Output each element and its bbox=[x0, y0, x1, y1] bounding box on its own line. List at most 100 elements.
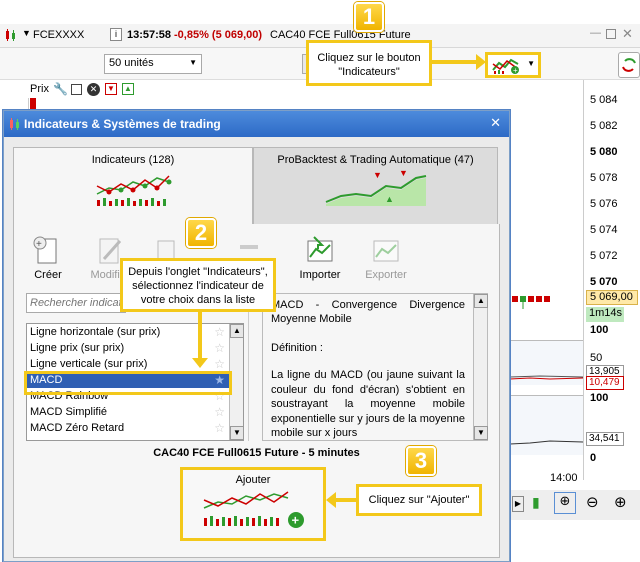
indicator-value: 10,479 bbox=[586, 376, 624, 390]
play-icon[interactable]: ▶ bbox=[512, 496, 524, 512]
close-icon[interactable]: ✕ bbox=[622, 26, 633, 42]
indicator-axis-tick: 50 bbox=[590, 352, 603, 364]
importer-button[interactable]: Importer bbox=[294, 235, 346, 281]
indicators-button[interactable]: + ▼ bbox=[485, 52, 541, 78]
ajouter-button[interactable]: Ajouter + bbox=[180, 467, 326, 541]
arrow-head-left-icon bbox=[326, 492, 336, 508]
list-item[interactable]: MACD Zéro Retard ☆ bbox=[27, 420, 243, 436]
arrow-head-down-icon bbox=[192, 358, 208, 368]
tab-probacktest-label: ProBacktest & Trading Automatique (47) bbox=[277, 154, 474, 166]
creer-button[interactable]: + Créer bbox=[22, 235, 74, 281]
splitter[interactable] bbox=[248, 293, 254, 441]
list-item-label: Ligne horizontale (sur prix) bbox=[30, 326, 161, 338]
exporter-button[interactable]: Exporter bbox=[360, 235, 412, 281]
candle-tool-icon[interactable]: ▮ bbox=[532, 494, 540, 511]
tab-probacktest[interactable]: ProBacktest & Trading Automatique (47) ▼… bbox=[253, 147, 498, 225]
current-price-badge: 5 069,00 bbox=[586, 290, 638, 305]
list-item[interactable]: MACD Simplifié ☆ bbox=[27, 404, 243, 420]
minimize-icon[interactable]: — bbox=[590, 27, 601, 39]
window-icon[interactable] bbox=[71, 84, 82, 95]
indicators-icon: + bbox=[492, 58, 519, 75]
star-icon[interactable]: ☆ bbox=[214, 356, 225, 372]
callout-2: Depuis l'onglet "Indicateurs", sélection… bbox=[120, 258, 276, 312]
description-scrollbar[interactable]: ▲ ▼ bbox=[473, 294, 488, 440]
maximize-icon[interactable] bbox=[606, 29, 616, 39]
change-label: -0,85% (5 069,00) bbox=[174, 29, 263, 41]
callout-arrow bbox=[334, 498, 356, 502]
arrow-head-right-icon bbox=[476, 54, 486, 70]
time-label: 13:57:58 bbox=[127, 29, 172, 41]
arrow-down-icon[interactable]: ▼ bbox=[105, 83, 117, 95]
description-definition: Définition : bbox=[271, 342, 323, 354]
description-panel: MACD - Convergence Divergence Moyenne Mo… bbox=[262, 293, 488, 441]
price-tick: 5 082 bbox=[590, 120, 618, 132]
scroll-down-icon[interactable]: ▼ bbox=[230, 426, 244, 440]
callout-arrow bbox=[432, 60, 478, 64]
price-tick: 5 084 bbox=[590, 94, 618, 106]
arrow-up-icon[interactable]: ▲ bbox=[122, 83, 134, 95]
time-axis-label: 14:00 bbox=[550, 472, 578, 484]
exporter-label: Exporter bbox=[365, 269, 407, 281]
price-tick: 5 070 bbox=[590, 276, 618, 288]
candles-background bbox=[512, 296, 552, 309]
description-title: MACD - Convergence Divergence Moyenne Mo… bbox=[271, 299, 465, 325]
ajouter-label: Ajouter bbox=[235, 474, 271, 486]
indicator-axis-tick: 100 bbox=[590, 324, 609, 336]
svg-text:+: + bbox=[513, 66, 518, 75]
add-indicator-icon: + bbox=[203, 491, 304, 528]
dropdown-arrow-icon[interactable]: ▼ bbox=[22, 28, 31, 38]
price-tick: 5 080 bbox=[590, 146, 618, 158]
list-item[interactable]: Ligne verticale (sur prix) ☆ bbox=[27, 356, 243, 372]
star-icon[interactable]: ☆ bbox=[214, 340, 225, 356]
svg-text:▲: ▲ bbox=[385, 194, 394, 204]
star-icon[interactable]: ☆ bbox=[214, 420, 225, 436]
price-axis: 5 084 5 082 5 080 5 078 5 076 5 074 5 07… bbox=[583, 80, 640, 480]
probacktest-chart-icon: ▼ ▼ ▲ bbox=[325, 168, 426, 206]
dialog-titlebar: Indicateurs & Systèmes de trading ✕ bbox=[4, 111, 509, 137]
search-input[interactable] bbox=[26, 293, 126, 313]
list-item-label: MACD Zéro Retard bbox=[30, 422, 125, 434]
step-badge-2: 2 bbox=[186, 218, 216, 248]
list-item-label: Ligne verticale (sur prix) bbox=[30, 358, 148, 370]
price-tick: 5 076 bbox=[590, 198, 618, 210]
scroll-up-icon[interactable]: ▲ bbox=[230, 324, 244, 338]
indicator-pane bbox=[509, 395, 584, 455]
chevron-down-icon: ▼ bbox=[527, 59, 535, 68]
prix-label: Prix bbox=[30, 83, 49, 95]
zoom-fit-icon[interactable]: ⊕ bbox=[554, 492, 576, 514]
step-badge-1: 1 bbox=[354, 2, 384, 32]
refresh-icon[interactable] bbox=[618, 52, 640, 78]
step-badge-3: 3 bbox=[406, 446, 436, 476]
remove-icon[interactable]: ✕ bbox=[87, 83, 100, 96]
svg-text:▼: ▼ bbox=[373, 170, 382, 180]
creer-label: Créer bbox=[34, 269, 62, 281]
star-icon[interactable]: ☆ bbox=[214, 404, 225, 420]
scroll-up-icon[interactable]: ▲ bbox=[474, 294, 488, 308]
import-icon bbox=[304, 235, 336, 265]
chart-tools-row: Prix 🔧 ✕ ▼ ▲ bbox=[28, 82, 148, 98]
list-item[interactable]: Ligne horizontale (sur prix) ☆ bbox=[27, 324, 243, 340]
price-tick: 5 078 bbox=[590, 172, 618, 184]
list-item[interactable]: Ligne prix (sur prix) ☆ bbox=[27, 340, 243, 356]
symbol-label[interactable]: FCEXXXX bbox=[33, 29, 84, 41]
units-select[interactable]: 50 unités ▼ bbox=[104, 54, 202, 74]
svg-text:+: + bbox=[292, 513, 300, 528]
zoom-in-icon[interactable]: ⊕ bbox=[614, 493, 627, 511]
callout-1: Cliquez sur le bouton "Indicateurs" bbox=[306, 40, 432, 86]
timer-badge: 1m14s bbox=[586, 307, 624, 322]
star-icon[interactable]: ☆ bbox=[214, 324, 225, 340]
scroll-down-icon[interactable]: ▼ bbox=[474, 426, 488, 440]
chevron-down-icon: ▼ bbox=[189, 58, 197, 67]
indicator-axis-tick: 100 bbox=[590, 392, 609, 404]
price-tick: 5 072 bbox=[590, 250, 618, 262]
info-icon[interactable]: i bbox=[110, 28, 122, 41]
tab-indicateurs[interactable]: Indicateurs (128) bbox=[13, 147, 253, 225]
importer-label: Importer bbox=[299, 269, 341, 281]
close-icon[interactable]: ✕ bbox=[490, 115, 501, 131]
wrench-icon[interactable]: 🔧 bbox=[53, 82, 68, 96]
zoom-out-icon[interactable]: ⊖ bbox=[586, 493, 599, 511]
indicator-value: 34,541 bbox=[586, 432, 624, 446]
indicators-chart-icon bbox=[96, 175, 172, 206]
callout-arrow bbox=[198, 312, 202, 360]
new-file-icon: + bbox=[32, 235, 64, 265]
